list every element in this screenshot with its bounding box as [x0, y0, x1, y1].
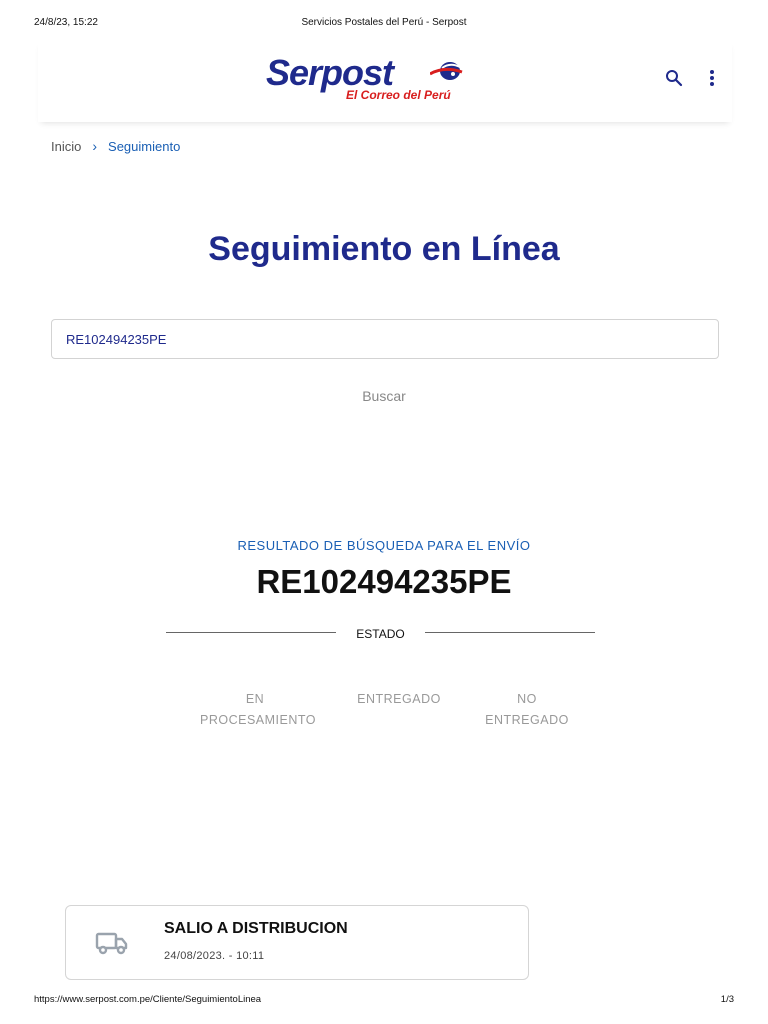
- tracking-event-card: SALIO A DISTRIBUCION 24/08/2023. - 10:11: [65, 905, 529, 980]
- truck-icon: [95, 932, 128, 955]
- globe-icon: [430, 62, 463, 80]
- breadcrumb-home-link[interactable]: Inicio: [51, 139, 81, 154]
- tracking-number-input[interactable]: [51, 319, 719, 359]
- breadcrumb: Inicio › Seguimiento: [51, 138, 180, 154]
- estado-label: ESTADO: [356, 627, 405, 641]
- print-header: 24/8/23, 15:22 Servicios Postales del Pe…: [0, 14, 768, 32]
- status-step-line: NO: [517, 692, 537, 706]
- buscar-button[interactable]: Buscar: [334, 384, 434, 408]
- print-page-title: Servicios Postales del Perú - Serpost: [301, 17, 467, 28]
- breadcrumb-current: Seguimiento: [108, 138, 181, 154]
- search-icon: [666, 70, 683, 87]
- search-button-icon[interactable]: [662, 66, 686, 90]
- print-footer: https://www.serpost.com.pe/Cliente/Segui…: [0, 994, 768, 1008]
- more-vertical-icon: [710, 70, 714, 86]
- more-menu-button[interactable]: [700, 66, 724, 90]
- divider-line-left: [166, 632, 336, 633]
- site-header: Serpost El Correo del Perú: [38, 40, 732, 122]
- print-page-number: 1/3: [720, 994, 734, 1005]
- status-step-line: ENTREGADO: [357, 692, 441, 706]
- event-title: SALIO A DISTRIBUCION: [164, 920, 348, 937]
- status-step-line: PROCESAMIENTO: [200, 713, 317, 727]
- serpost-logo[interactable]: Serpost El Correo del Perú: [266, 52, 466, 107]
- status-step-no-entregado: NO ENTREGADO: [472, 689, 582, 731]
- result-label: RESULTADO DE BÚSQUEDA PARA EL ENVÍO: [237, 538, 531, 553]
- print-url: https://www.serpost.com.pe/Cliente/Segui…: [34, 994, 262, 1005]
- divider-line-right: [425, 632, 595, 633]
- chevron-right-icon: ›: [92, 138, 98, 154]
- status-step-entregado: ENTREGADO: [344, 689, 454, 710]
- status-step-line: ENTREGADO: [485, 713, 569, 727]
- estado-divider: ESTADO: [166, 625, 595, 645]
- status-step-line: EN: [245, 692, 265, 706]
- logo-tagline: El Correo del Perú: [346, 88, 451, 102]
- page-title: Seguimiento en Línea: [208, 230, 560, 268]
- result-tracking-code: RE102494235PE: [256, 563, 512, 600]
- event-datetime: 24/08/2023. - 10:11: [164, 950, 265, 962]
- status-step-en-procesamiento: EN PROCESAMIENTO: [200, 689, 317, 731]
